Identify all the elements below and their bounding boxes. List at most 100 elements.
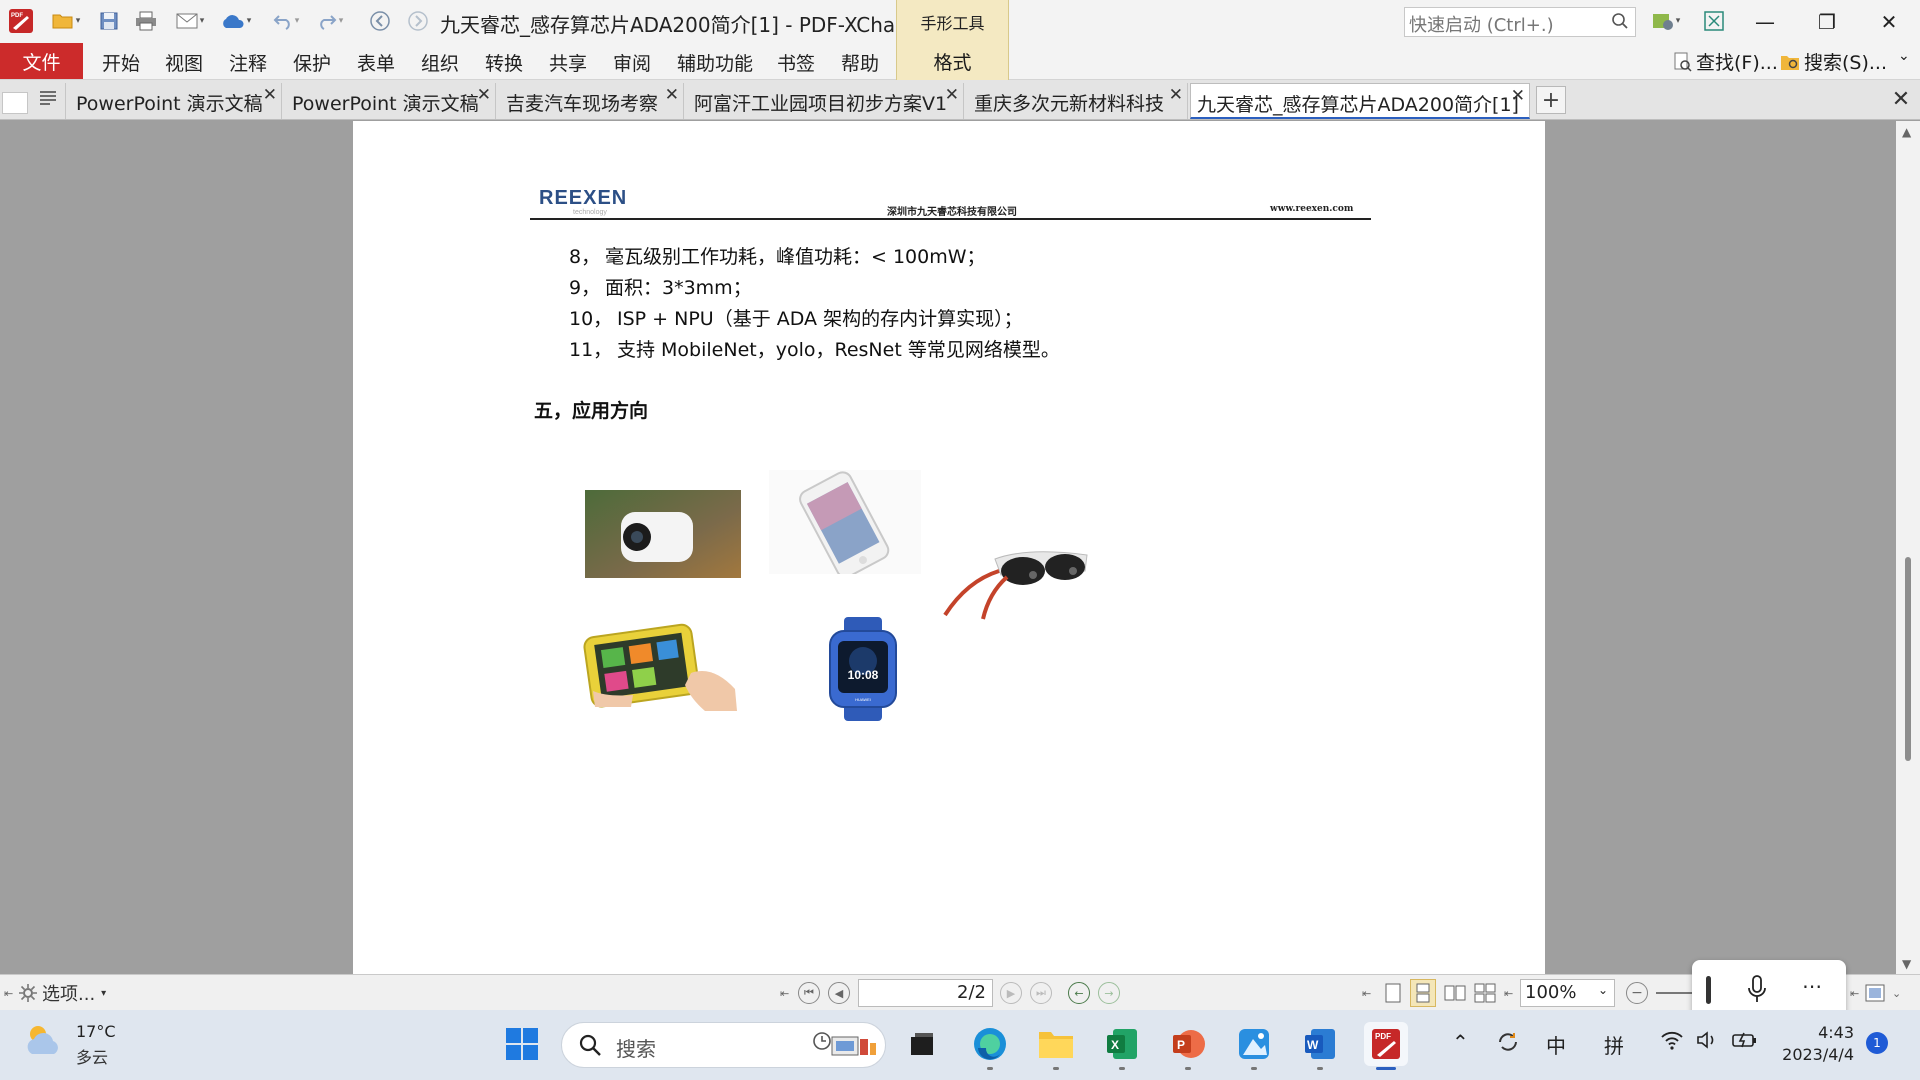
close-tab-icon[interactable]: ✕ [945,85,959,105]
menu-organize[interactable]: 组织 [421,49,459,76]
doc-tab-active[interactable]: 九天睿芯_感存算芯片ADA200简介[1] ✕ [1190,83,1530,119]
doc-tab[interactable]: 吉麦汽车现场考察 ✕ [498,83,684,119]
weather-widget[interactable]: 17°C 多云 [24,1022,116,1067]
taskbar-pdf-xchange[interactable]: PDF [1364,1022,1408,1070]
menu-format-tab[interactable]: 格式 [896,43,1009,80]
previous-page-button[interactable]: ◀ [828,979,850,1007]
forward-view-icon[interactable] [404,6,432,36]
sync-icon[interactable] [1496,1030,1520,1059]
menu-bookmarks[interactable]: 书签 [777,49,815,76]
taskbar-photos[interactable] [1232,1022,1276,1070]
close-tab-icon[interactable]: ✕ [477,85,491,105]
restore-button[interactable]: ❐ [1796,0,1858,43]
search-button[interactable]: 搜索(S)... [1780,48,1887,75]
menu-view[interactable]: 视图 [165,49,203,76]
email-icon[interactable]: ▾ [168,6,212,36]
go-forward-button[interactable]: → [1098,979,1120,1007]
pdf-page[interactable]: REEXEN technology 深圳市九天睿芯科技有限公司 www.reex… [353,121,1545,974]
show-hidden-icons-chevron-icon[interactable]: ⌃ [1452,1030,1469,1054]
taskbar-powerpoint[interactable]: P [1166,1022,1210,1070]
nav-collapse-icon[interactable]: ⇤ [780,979,789,1007]
volume-icon[interactable] [1696,1030,1720,1055]
zoom-collapse-icon[interactable]: ⇤ [1504,979,1513,1007]
scrollbar-thumb[interactable] [1905,557,1911,761]
print-icon[interactable] [132,6,160,36]
close-tab-icon[interactable]: ✕ [263,85,277,105]
continuous-facing-view-icon[interactable] [1472,979,1498,1007]
ime-mode-indicator[interactable]: 拼 [1604,1030,1624,1059]
menu-comment[interactable]: 注释 [229,49,267,76]
redo-icon[interactable]: ▾ [310,6,350,36]
zoom-level-select[interactable]: 100% ⌄ [1520,979,1615,1007]
more-options-icon[interactable]: ⋯ [1802,974,1822,998]
start-button[interactable] [500,1022,544,1066]
doc-tab[interactable]: PowerPoint 演示文稿 ✕ [284,83,496,119]
layout-collapse-icon[interactable]: ⇤ [1362,979,1371,1007]
taskbar-search-box[interactable]: 搜索 [561,1022,886,1068]
last-page-button[interactable]: ⏭ [1030,979,1052,1007]
page-number-input[interactable]: 2/2 [858,979,993,1007]
taskbar-edge[interactable] [968,1022,1012,1070]
display-menu-chevron-icon[interactable]: ⌄ [1892,979,1901,1007]
taskbar-excel[interactable]: X [1100,1022,1144,1070]
tab-menu-icon[interactable] [32,83,66,119]
taskbar-word[interactable]: W [1298,1022,1342,1070]
undo-icon[interactable]: ▾ [266,6,306,36]
battery-charging-icon[interactable] [1732,1030,1758,1055]
scroll-up-arrow-icon[interactable]: ▲ [1902,125,1911,139]
continuous-view-icon[interactable] [1410,979,1436,1007]
doc-tab[interactable]: 阿富汗工业园项目初步方案V1 ✕ [686,83,964,119]
menu-protect[interactable]: 保护 [293,49,331,76]
cloud-upload-icon[interactable]: ▾ [214,6,258,36]
fullscreen-icon[interactable] [1700,6,1728,36]
doc-tab[interactable]: PowerPoint 演示文稿 ✕ [68,83,282,119]
zoom-slider[interactable] [1656,979,1696,1007]
menu-home[interactable]: 开始 [102,49,140,76]
ribbon-collapse-chevron-icon[interactable]: ⌄ [1898,48,1910,64]
scroll-down-arrow-icon[interactable]: ▼ [1902,957,1911,971]
microphone-icon[interactable] [1746,974,1768,1009]
go-back-button[interactable]: ← [1068,979,1090,1007]
menu-convert[interactable]: 转换 [485,49,523,76]
options-button[interactable]: 选项... ▾ [18,979,106,1007]
doc-tab[interactable]: 重庆多次元新材料科技 ✕ [966,83,1188,119]
next-page-button[interactable]: ▶ [1000,979,1022,1007]
voice-panel-drag-handle[interactable] [1706,976,1711,1004]
taskbar-task-view[interactable] [900,1022,944,1066]
menu-accessibility[interactable]: 辅助功能 [677,49,753,76]
close-document-icon[interactable]: ✕ [1886,83,1916,115]
minimize-button[interactable]: — [1734,0,1796,43]
vertical-scrollbar[interactable]: ▲ ▼ [1896,121,1920,974]
menu-share[interactable]: 共享 [549,49,587,76]
close-tab-icon[interactable]: ✕ [665,85,679,105]
wifi-icon[interactable] [1660,1030,1684,1055]
single-page-view-icon[interactable] [1380,979,1406,1007]
menu-help[interactable]: 帮助 [841,49,879,76]
close-tab-icon[interactable]: ✕ [1169,85,1183,105]
system-clock[interactable]: 4:43 2023/4/4 [1776,1022,1854,1066]
ime-language-indicator[interactable]: 中 [1546,1030,1566,1059]
back-view-icon[interactable] [366,6,394,36]
menu-review[interactable]: 审阅 [613,49,651,76]
tab-list-toggle[interactable] [2,92,28,114]
pdf-xchange-app-icon[interactable]: PDF [6,6,36,36]
new-tab-button[interactable]: + [1536,86,1566,114]
open-folder-icon[interactable]: ▾ [46,6,86,36]
display-collapse-icon[interactable]: ⇤ [1850,979,1859,1007]
quick-launch-input[interactable]: 快速启动 (Ctrl+.) [1404,7,1636,37]
taskbar-file-explorer[interactable] [1034,1022,1078,1070]
display-mode-icon[interactable] [1862,979,1888,1007]
menu-file[interactable]: 文件 [0,43,83,79]
facing-view-icon[interactable] [1442,979,1468,1007]
save-icon[interactable] [96,6,122,36]
first-page-button[interactable]: ⏮ [798,979,820,1007]
find-button[interactable]: 查找(F)... [1674,48,1778,75]
document-workspace[interactable]: REEXEN technology 深圳市九天睿芯科技有限公司 www.reex… [0,121,1920,974]
notification-badge[interactable]: 1 [1866,1032,1888,1054]
close-tab-icon[interactable]: ✕ [1511,86,1525,106]
zoom-out-button[interactable]: − [1626,979,1648,1007]
panel-collapse-icon[interactable]: ⇤ [4,979,13,1007]
ui-options-icon[interactable]: ▾ [1644,6,1688,36]
close-button[interactable]: ✕ [1858,0,1920,43]
menu-form[interactable]: 表单 [357,49,395,76]
